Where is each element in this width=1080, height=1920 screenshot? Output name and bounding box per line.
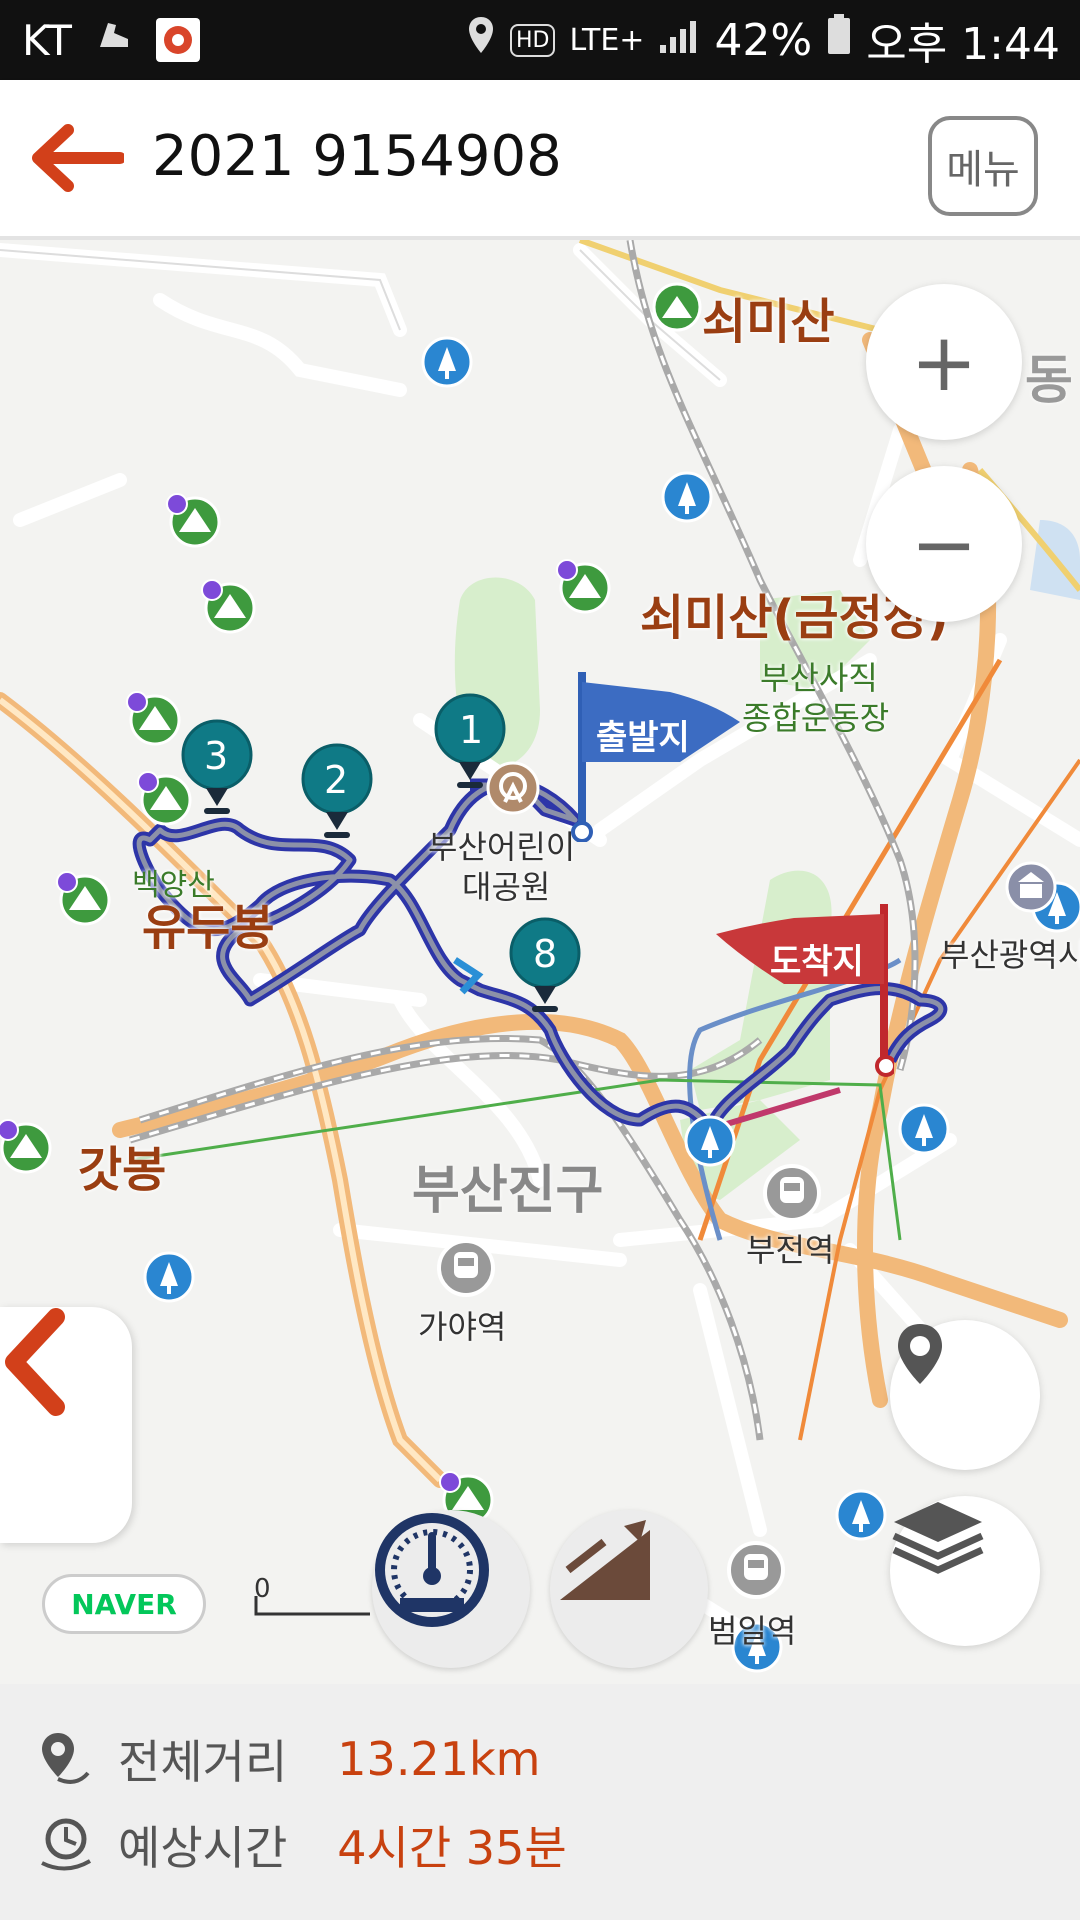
route-summary-panel: 전체거리 13.21km 예상시간 4시간 35분 (0, 1684, 1080, 1920)
battery-percent: 42% (714, 14, 813, 66)
map-label-busan-city: 부산광역시 (940, 936, 1080, 974)
time-clock-icon (41, 1818, 92, 1871)
map-label-gatbong: 갓봉 (78, 1142, 167, 1198)
page-title: 2021 9154908 (152, 124, 562, 189)
map-label-sajik-2: 종합운동장 (742, 699, 890, 737)
map-layers-button[interactable] (890, 1496, 1040, 1646)
distance-row: 전체거리 13.21km (36, 1726, 540, 1792)
clock: 오후 1:44 (866, 19, 1060, 70)
app-header: 2021 9154908 메뉴 (0, 80, 1080, 240)
pace-gauge-button[interactable] (372, 1510, 530, 1668)
location-pin-icon (898, 1324, 942, 1384)
map-label-busanjingu: 부산진구 (412, 1161, 604, 1221)
route-map[interactable]: 쇠미산 동 쇠미산(금정정) 부산사직 종합운동장 부산어린이 대공원 백양산 … (0, 240, 1080, 1684)
network-type: LTE+ (569, 22, 645, 58)
menu-button[interactable]: 메뉴 (928, 116, 1038, 216)
battery-icon (826, 13, 852, 67)
distance-pin-icon (42, 1733, 90, 1784)
distance-label: 전체거리 (118, 1735, 288, 1789)
waypoint-number: 2 (324, 758, 349, 802)
back-arrow-icon[interactable] (28, 118, 126, 198)
map-label-soemisan: 쇠미산 (702, 294, 835, 350)
chevron-left-icon (5, 1308, 65, 1416)
map-label-gaya-station: 가야역 (418, 1308, 507, 1346)
waypoint-number: 8 (533, 932, 558, 976)
my-location-button[interactable] (890, 1320, 1040, 1470)
distance-value: 13.21km (337, 1732, 541, 1786)
naver-logo: NAVER (42, 1574, 206, 1634)
elevation-profile-button[interactable] (550, 1510, 708, 1668)
map-label-bujeon-station: 부전역 (746, 1231, 835, 1269)
status-bar: KT HD LTE+ 42% 오후 1:44 (0, 0, 1080, 80)
map-label-yudubong: 유두봉 (142, 900, 275, 956)
speedometer-icon (375, 1513, 489, 1627)
hd-voice-icon: HD (509, 23, 556, 57)
start-flag-label: 출발지 (596, 718, 690, 758)
zoom-out-button[interactable]: − (866, 466, 1022, 622)
time-value: 4시간 35분 (337, 1821, 567, 1875)
time-label: 예상시간 (118, 1821, 288, 1875)
waypoint-number: 1 (459, 708, 484, 752)
waypoint-number: 3 (204, 734, 229, 778)
location-icon (466, 15, 496, 66)
signal-icon (658, 15, 700, 66)
end-flag-label: 도착지 (770, 942, 864, 982)
shoe-icon (94, 15, 134, 65)
map-label-childrens-park-2: 대공원 (462, 868, 551, 906)
map-label-dong: 동 (1025, 351, 1073, 411)
carrier-label: KT (22, 15, 72, 65)
panel-toggle-tab[interactable] (0, 1307, 132, 1543)
layers-icon (892, 1502, 984, 1574)
time-row: 예상시간 4시간 35분 (36, 1812, 567, 1878)
app-notification-icon (155, 18, 200, 62)
slope-icon (560, 1520, 650, 1600)
zoom-in-button[interactable]: + (866, 284, 1022, 440)
map-label-beomil-station: 범일역 (708, 1612, 797, 1650)
scale-bar: 0 (252, 1574, 372, 1620)
